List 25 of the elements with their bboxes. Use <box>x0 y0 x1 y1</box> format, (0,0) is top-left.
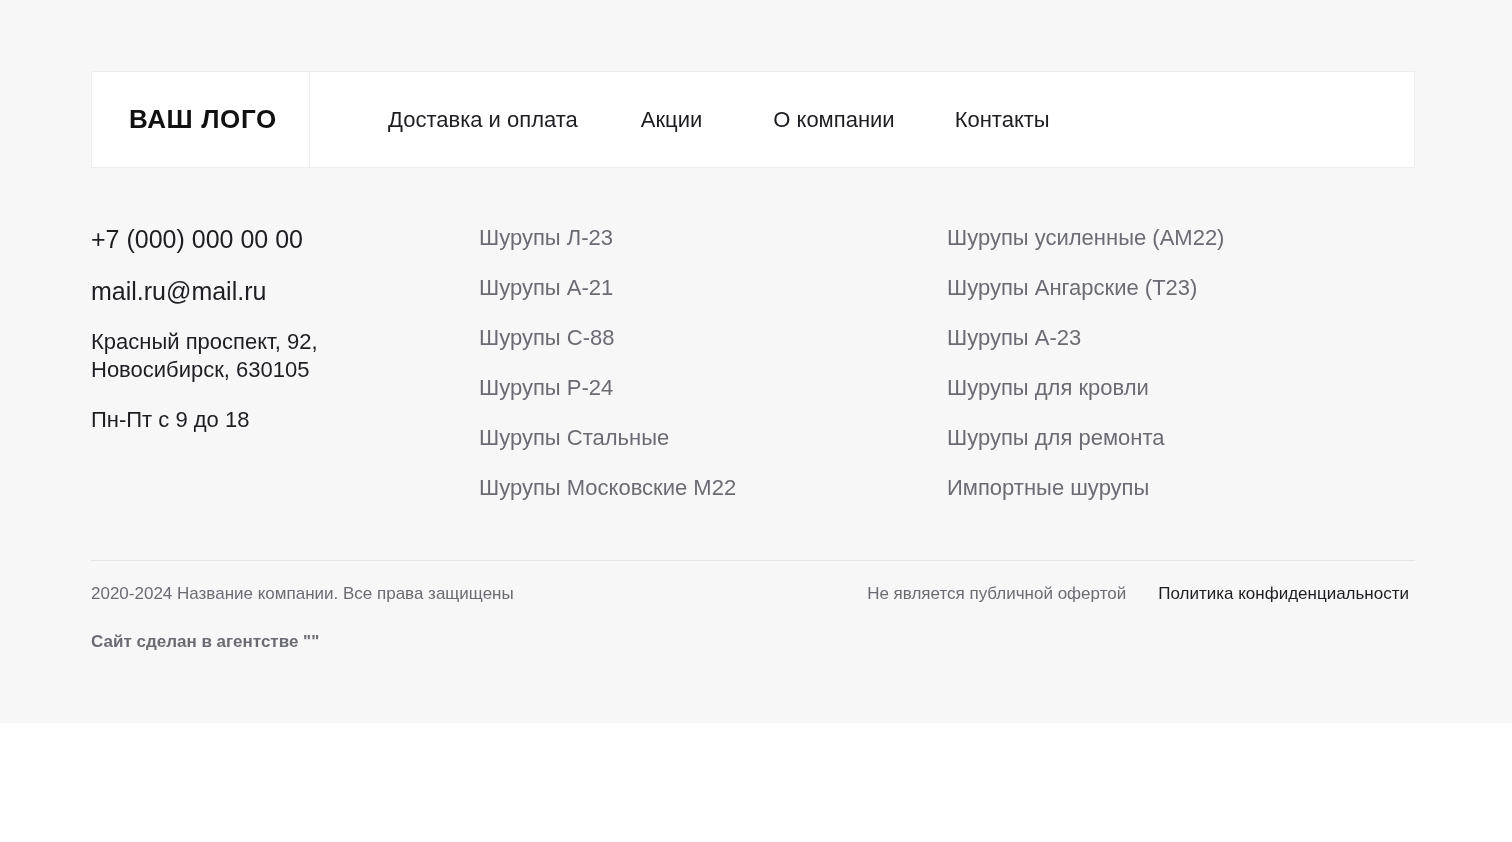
phone-link[interactable]: +7 (000) 000 00 00 <box>91 224 479 254</box>
catalog-link[interactable]: Шурупы Р-24 <box>479 374 947 402</box>
catalog-link[interactable]: Шурупы С-88 <box>479 324 947 352</box>
footer-link[interactable]: Не является публичной офертой <box>867 581 1127 607</box>
catalog-link[interactable]: Шурупы для ремонта <box>947 424 1415 452</box>
copyright-text: 2020-2024 Название компании. Все права защищены <box>91 583 514 605</box>
catalog-link[interactable]: Шурупы усиленные (АМ22) <box>947 224 1415 252</box>
address-text: Красный проспект, 92, Новосибирск, 630105 <box>91 328 319 384</box>
catalog-link[interactable]: Шурупы А-21 <box>479 274 947 302</box>
catalog-link[interactable]: Шурупы Ангарские (Т23) <box>947 274 1415 302</box>
logo[interactable]: ВАШ ЛОГО <box>129 100 277 139</box>
nav-link[interactable]: Доставка и оплата <box>388 103 578 136</box>
catalog-link[interactable]: Шурупы для кровли <box>947 374 1415 402</box>
nav-link[interactable]: Контакты <box>954 103 1050 136</box>
nav-link[interactable]: О компании <box>773 103 895 136</box>
hours-text: Пн-Пт с 9 до 18 <box>91 406 251 434</box>
email-link[interactable]: mail.ru@mail.ru <box>91 276 479 306</box>
catalog-link[interactable]: Импортные шурупы <box>947 474 1415 502</box>
catalog-link[interactable]: Шурупы А-23 <box>947 324 1415 352</box>
catalog-link[interactable]: Шурупы Московские М22 <box>479 474 947 502</box>
catalog-link[interactable]: Шурупы Стальные <box>479 424 947 452</box>
nav-link[interactable]: Акции <box>640 103 703 136</box>
footer-link[interactable]: Политика конфиденциальности <box>1158 581 1409 607</box>
catalog-link[interactable]: Шурупы Л-23 <box>479 224 947 252</box>
agency-credit: Сайт сделан в агентстве "" <box>91 630 321 653</box>
